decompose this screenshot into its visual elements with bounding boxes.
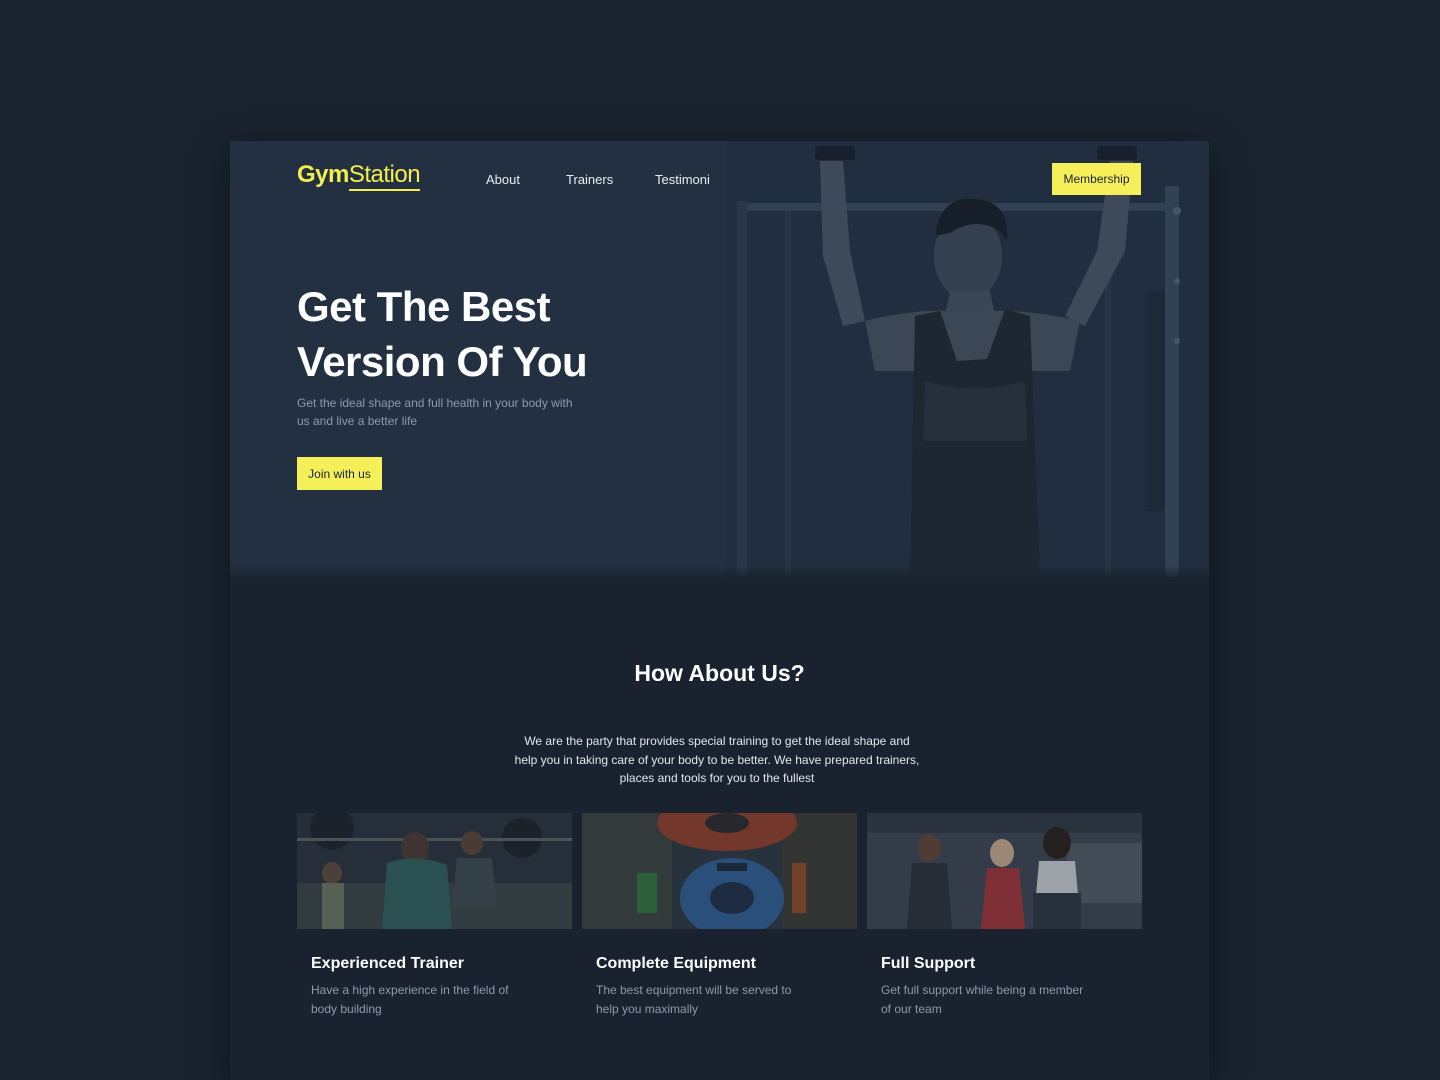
about-title: How About Us? [634, 660, 805, 686]
feature-card-trainer: Experienced Trainer Have a high experien… [297, 813, 572, 1018]
membership-button[interactable]: Membership [1052, 163, 1141, 195]
feature-card-equipment: Complete Equipment The best equipment wi… [582, 813, 857, 1018]
hero-image [725, 141, 1209, 577]
brand-part2: Station [348, 161, 421, 191]
card-title-trainer: Experienced Trainer [311, 955, 464, 972]
card-text-equipment: The best equipment will be served to hel… [596, 983, 792, 1016]
hero-title: Get The Best Version Of You [297, 279, 588, 389]
card-image-support [867, 813, 1142, 929]
card-image-trainer [297, 813, 572, 929]
nav-about[interactable]: About [486, 172, 520, 187]
card-image-equipment [582, 813, 857, 929]
hero-subtitle: Get the ideal shape and full health in y… [297, 396, 573, 428]
page-frame: GymStation About Trainers Testimoni Memb… [230, 141, 1209, 1080]
card-title-equipment: Complete Equipment [596, 955, 757, 972]
feature-card-support: Full Support Get full support while bein… [867, 813, 1142, 1018]
hero-title-line1: Get The Best [297, 283, 551, 330]
hero-bottom-shade [230, 565, 1209, 577]
hero-section: GymStation About Trainers Testimoni Memb… [230, 141, 1209, 577]
card-text-support: Get full support while being a member of… [881, 983, 1084, 1016]
join-button[interactable]: Join with us [297, 457, 382, 490]
about-text: We are the party that provides special t… [514, 734, 920, 785]
card-title-support: Full Support [881, 955, 976, 972]
hero-title-line2: Version Of You [297, 338, 588, 385]
nav-testimoni[interactable]: Testimoni [655, 172, 710, 187]
brand-part1: Gym [297, 161, 349, 188]
card-text-trainer: Have a high experience in the field of b… [311, 983, 509, 1016]
brand-logo[interactable]: GymStation [297, 161, 421, 191]
nav-trainers[interactable]: Trainers [566, 172, 613, 187]
